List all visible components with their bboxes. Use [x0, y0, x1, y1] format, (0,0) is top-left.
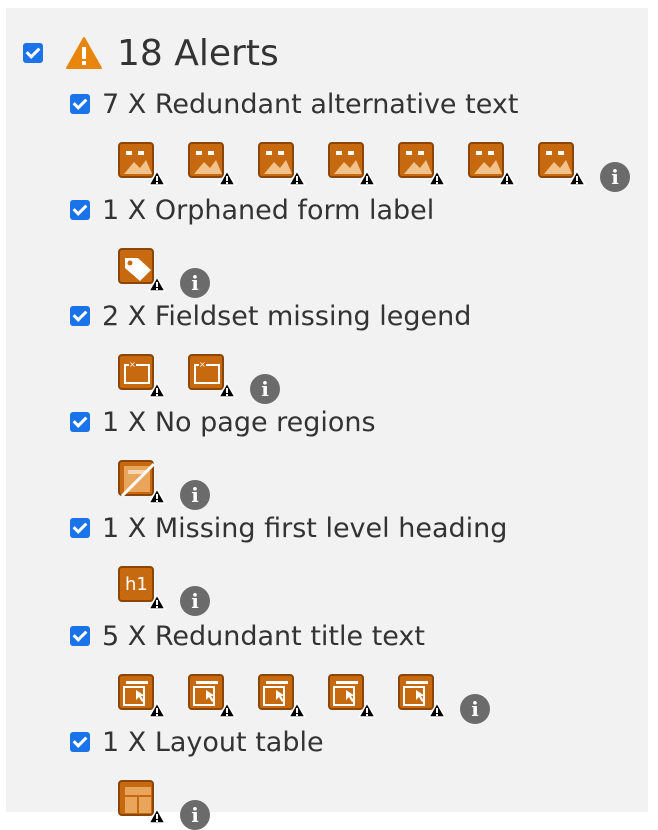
- warning-badge-icon: [288, 702, 306, 718]
- image-alt-icon[interactable]: [538, 142, 586, 186]
- alert-group-missing-h1: 1 X Missing first level heading h1 i: [70, 512, 508, 616]
- alerts-header: 18 Alerts: [23, 28, 279, 78]
- info-icon[interactable]: i: [180, 800, 210, 830]
- warning-badge-icon: [148, 702, 166, 718]
- warning-badge-icon: [428, 702, 446, 718]
- icon-row: i: [118, 766, 324, 830]
- group-checkbox[interactable]: [70, 94, 90, 114]
- group-label: 1 X Layout table: [102, 726, 324, 758]
- icon-row: i: [118, 128, 630, 192]
- group-label: 2 X Fieldset missing legend: [102, 300, 472, 332]
- info-icon[interactable]: i: [180, 586, 210, 616]
- warning-badge-icon: [148, 170, 166, 186]
- image-alt-icon[interactable]: [188, 142, 236, 186]
- info-icon[interactable]: i: [250, 374, 280, 404]
- alert-group-page-regions: 1 X No page regions i: [70, 406, 376, 510]
- warning-badge-icon: [148, 594, 166, 610]
- title-text-icon[interactable]: [398, 674, 446, 718]
- title-text-icon[interactable]: [328, 674, 376, 718]
- info-icon[interactable]: i: [180, 480, 210, 510]
- warning-badge-icon: [288, 170, 306, 186]
- image-alt-icon[interactable]: [398, 142, 446, 186]
- page-regions-icon[interactable]: [118, 460, 166, 504]
- h1-icon[interactable]: h1: [118, 566, 166, 610]
- group-checkbox[interactable]: [70, 200, 90, 220]
- title-text-icon[interactable]: [118, 674, 166, 718]
- warning-badge-icon: [148, 276, 166, 292]
- group-checkbox[interactable]: [70, 306, 90, 326]
- group-label: 5 X Redundant title text: [102, 620, 425, 652]
- title-text-icon[interactable]: [188, 674, 236, 718]
- warning-badge-icon: [148, 382, 166, 398]
- group-checkbox[interactable]: [70, 626, 90, 646]
- alert-group-layout-table: 1 X Layout table i: [70, 726, 324, 830]
- group-checkbox[interactable]: [70, 732, 90, 752]
- warning-badge-icon: [148, 488, 166, 504]
- alerts-title: 18 Alerts: [117, 32, 279, 74]
- info-icon[interactable]: i: [460, 694, 490, 724]
- icon-row: h1 i: [118, 552, 507, 616]
- warning-badge-icon: [358, 170, 376, 186]
- image-alt-icon[interactable]: [118, 142, 166, 186]
- title-text-icon[interactable]: [258, 674, 306, 718]
- group-label: 7 X Redundant alternative text: [102, 88, 519, 120]
- alert-group-fieldset-legend: 2 X Fieldset missing legend × × i: [70, 300, 472, 404]
- warning-triangle-icon: [66, 37, 102, 69]
- info-icon[interactable]: i: [180, 268, 210, 298]
- h1-icon-text: h1: [125, 574, 148, 595]
- warning-badge-icon: [568, 170, 586, 186]
- warning-badge-icon: [218, 702, 236, 718]
- fieldset-icon[interactable]: ×: [118, 354, 166, 398]
- warning-badge-icon: [218, 382, 236, 398]
- group-label: 1 X Orphaned form label: [102, 194, 435, 226]
- alerts-panel: 18 Alerts 7 X Redundant alternative text…: [6, 8, 648, 830]
- image-alt-icon[interactable]: [468, 142, 516, 186]
- group-label: 1 X Missing first level heading: [102, 512, 508, 544]
- image-alt-icon[interactable]: [258, 142, 306, 186]
- warning-badge-icon: [498, 170, 516, 186]
- warning-badge-icon: [358, 702, 376, 718]
- warning-badge-icon: [428, 170, 446, 186]
- svg-text:×: ×: [199, 360, 206, 369]
- group-checkbox[interactable]: [70, 518, 90, 538]
- group-label: 1 X No page regions: [102, 406, 376, 438]
- warning-badge-icon: [148, 808, 166, 824]
- alert-group-redundant-alt: 7 X Redundant alternative text i: [70, 88, 630, 192]
- alert-group-orphaned-label: 1 X Orphaned form label i: [70, 194, 435, 298]
- info-icon[interactable]: i: [600, 162, 630, 192]
- group-checkbox[interactable]: [70, 412, 90, 432]
- tag-label-icon[interactable]: [118, 248, 166, 292]
- warning-badge-icon: [218, 170, 236, 186]
- alerts-checkbox[interactable]: [23, 43, 43, 63]
- icon-row: i: [118, 446, 376, 510]
- layout-table-icon[interactable]: [118, 780, 166, 824]
- image-alt-icon[interactable]: [328, 142, 376, 186]
- icon-row: × × i: [118, 340, 471, 404]
- svg-text:×: ×: [129, 360, 136, 369]
- icon-row: i: [118, 660, 490, 724]
- icon-row: i: [118, 234, 434, 298]
- fieldset-icon[interactable]: ×: [188, 354, 236, 398]
- alert-group-redundant-title: 5 X Redundant title text i: [70, 620, 490, 724]
